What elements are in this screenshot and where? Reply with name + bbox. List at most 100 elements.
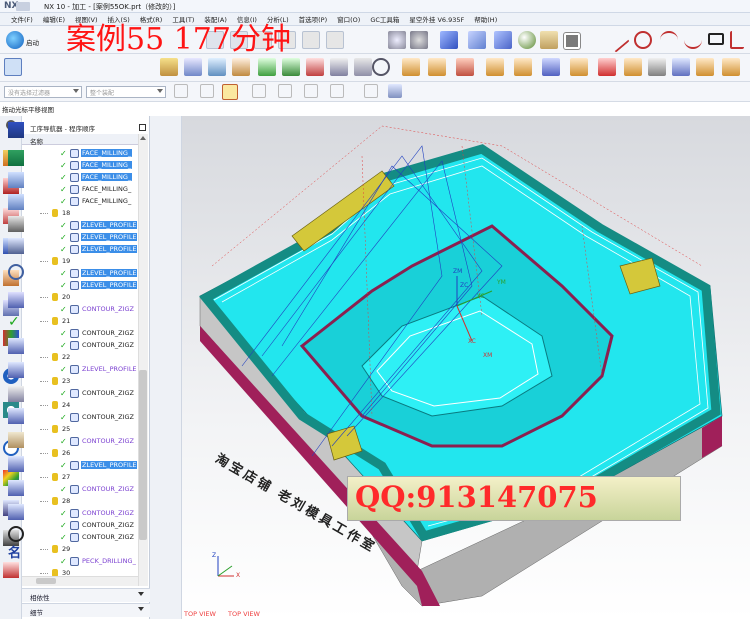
filter-icon[interactable] [222,84,238,100]
generate-path-icon[interactable] [258,58,276,76]
feature-icon-10[interactable] [672,58,690,76]
feature-icon-1[interactable] [428,58,446,76]
feature-icon-6[interactable] [570,58,588,76]
rectangle-icon[interactable] [708,33,724,45]
gear-icon[interactable] [8,264,24,280]
operation-row[interactable]: ✓ CONTOUR_ZIGZ [22,304,138,316]
menu-plugin[interactable]: 星空外挂 V6.935F [404,14,469,24]
dependencies-panel[interactable]: 相依性 [22,588,150,602]
cutter-icon[interactable] [8,432,24,448]
operation-row[interactable]: ✓ ZLEVEL_PROFILE [22,364,138,376]
program-group-row[interactable]: 27 [22,472,138,484]
delete-icon[interactable] [326,31,344,49]
display-icon[interactable] [8,480,24,496]
feature-icon-8[interactable] [624,58,642,76]
triangle-icon[interactable] [730,31,744,49]
create-program-icon[interactable] [160,58,178,76]
refresh-icon[interactable] [8,526,24,542]
wireframe-cube-icon[interactable] [468,31,486,49]
operation-row[interactable]: ✓ CONTOUR_ZIGZ [22,484,138,496]
program-group-row[interactable]: 20 [22,292,138,304]
verify-icon[interactable] [282,58,300,76]
generate-icon[interactable] [8,292,24,308]
feature-icon-2[interactable] [456,58,474,76]
operation-row[interactable]: ✓ ZLEVEL_PROFILE [22,460,138,472]
circle-icon[interactable] [634,31,652,49]
list-icon[interactable] [8,386,24,402]
part-model[interactable] [182,116,750,619]
shop-doc-icon[interactable] [330,58,348,76]
feature-icon-5[interactable] [542,58,560,76]
snap-icon-7[interactable] [364,84,378,98]
zoom-icon[interactable] [410,31,428,49]
shaded-cube-icon[interactable] [440,31,458,49]
scrollbar-thumb[interactable] [139,370,147,540]
drill-icon[interactable] [8,216,24,232]
operation-row[interactable]: ✓ CONTOUR_ZIGZ [22,388,138,400]
operation-row[interactable]: ✓ CONTOUR_ZIGZ [22,412,138,424]
path-icon[interactable] [8,456,24,472]
program-group-row[interactable]: 18 [22,208,138,220]
program-group-row[interactable]: 25 [22,424,138,436]
snap-icon-1[interactable] [174,84,188,98]
snap-icon-8[interactable] [388,84,402,98]
operation-row[interactable]: ✓ ZLEVEL_PROFILE [22,280,138,292]
operation-row[interactable]: ✓ CONTOUR_ZIGZ [22,328,138,340]
selection-filter-combo[interactable]: 没有选择过滤器 [4,86,82,98]
menu-help[interactable]: 帮助(H) [469,14,502,24]
operation-row[interactable]: ✓ FACE_MILLING_ [22,172,138,184]
face-mill-icon[interactable] [8,150,24,166]
details-panel[interactable]: 细节 [22,603,150,617]
operation-row[interactable]: ✓ CONTOUR_ZIGZ [22,532,138,544]
feature-icon-4[interactable] [514,58,532,76]
operation-row[interactable]: ✓ ZLEVEL_PROFILE [22,220,138,232]
snap-icon-6[interactable] [330,84,344,98]
operation-row[interactable]: ✓ ZLEVEL_PROFILE [22,232,138,244]
operation-row[interactable]: ✓ CONTOUR_ZIGZ [22,340,138,352]
create-method-icon[interactable] [232,58,250,76]
program-group-row[interactable]: 19 [22,256,138,268]
maximize-icon[interactable] [139,124,146,131]
menu-file[interactable]: 文件(F) [6,14,38,24]
cube-view-icon[interactable] [494,31,512,49]
clock-icon[interactable] [372,58,390,76]
operation-row[interactable]: ✓ FACE_MILLING_ [22,148,138,160]
create-geometry-icon[interactable] [208,58,226,76]
paste-icon[interactable] [302,31,320,49]
operation-row[interactable]: ✓ CONTOUR_ZIGZ [22,436,138,448]
operation-row[interactable]: ✓ FACE_MILLING_ [22,184,138,196]
contour-icon[interactable] [8,194,24,210]
name-icon[interactable]: 名 [8,546,24,562]
program-group-row[interactable]: 24 [22,400,138,412]
tool-icon[interactable] [8,238,24,254]
operation-row[interactable]: ✓ ZLEVEL_PROFILE [22,268,138,280]
select-icon[interactable] [4,58,22,76]
snap-icon-2[interactable] [200,84,214,98]
color-swatch-icon[interactable] [563,32,581,50]
program-group-row[interactable]: 22 [22,352,138,364]
program-group-row[interactable]: 26 [22,448,138,460]
operation-row[interactable]: ✓ CONTOUR_ZIGZ [22,508,138,520]
start-icon[interactable] [6,31,24,49]
feature-icon-9[interactable] [648,58,666,76]
feature-icon-3[interactable] [486,58,504,76]
wcs-icon[interactable] [402,58,420,76]
operation-row[interactable]: ✓ ZLEVEL_PROFILE [22,244,138,256]
feature-icon-7[interactable] [598,58,616,76]
tool-path-icon[interactable] [8,504,24,520]
snap-icon-3[interactable] [252,84,266,98]
operation-row[interactable]: ✓ CONTOUR_ZIGZ [22,520,138,532]
feature-icon-11[interactable] [696,58,714,76]
feed-icon[interactable] [8,408,24,424]
menu-window[interactable]: 窗口(O) [332,14,365,24]
program-group-row[interactable]: 23 [22,376,138,388]
program-group-row[interactable]: 21 [22,316,138,328]
program-group-row[interactable]: 29 [22,544,138,556]
layer-icon[interactable] [540,31,558,49]
menu-gc-toolbox[interactable]: GC工具箱 [365,14,404,24]
program-group-row[interactable]: 28 [22,496,138,508]
feature-icon-12[interactable] [722,58,740,76]
operation-row[interactable]: ✓ FACE_MILLING_ [22,196,138,208]
arc-icon[interactable] [660,31,678,49]
fit-view-icon[interactable] [388,31,406,49]
